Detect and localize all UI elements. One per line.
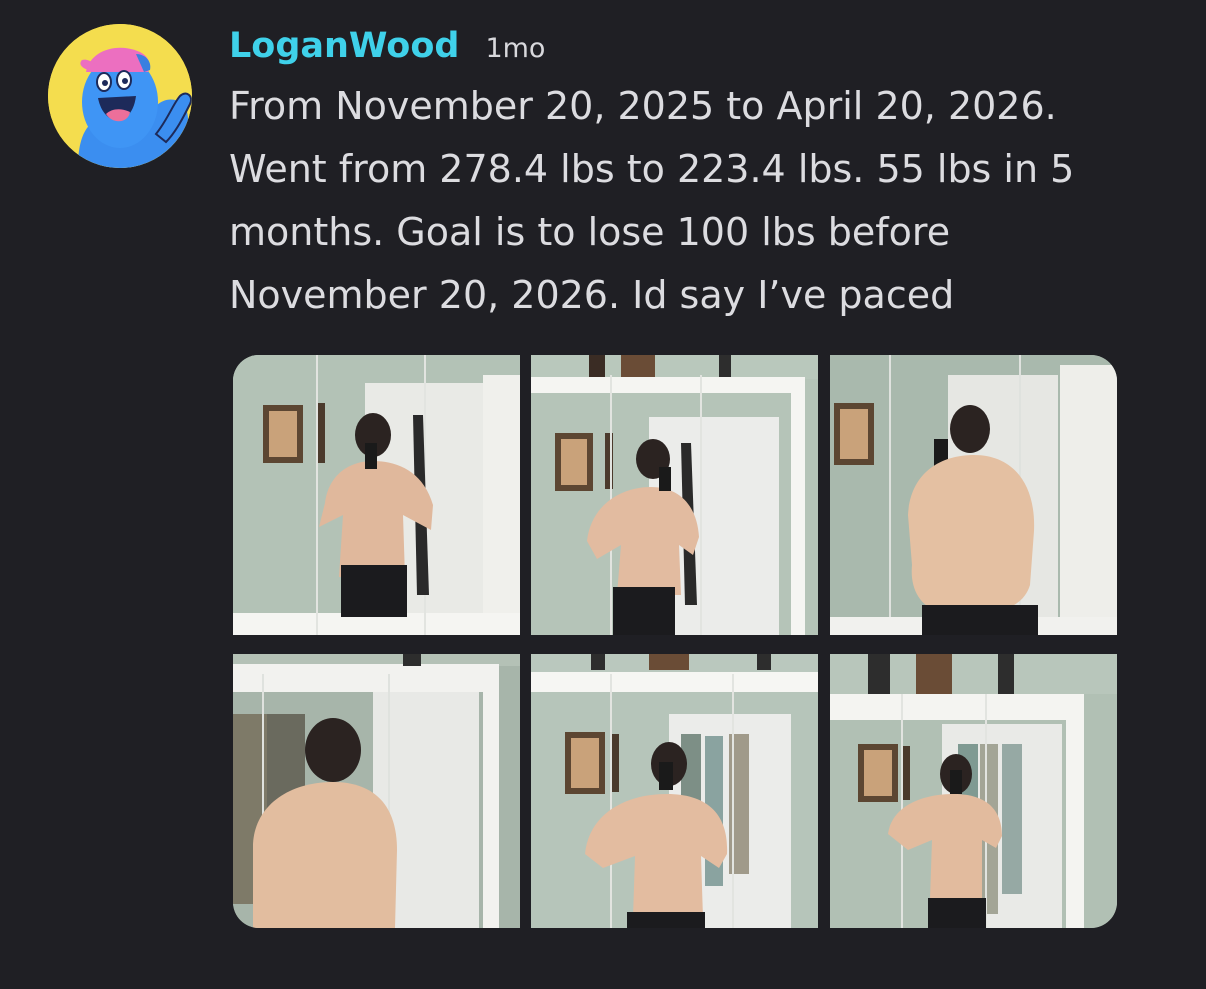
blue-character-avatar-icon xyxy=(48,24,192,168)
message-post: LoganWood 1mo From November 20, 2025 to … xyxy=(0,0,1206,989)
username-link[interactable]: LoganWood xyxy=(229,26,459,66)
post-timestamp: 1mo xyxy=(485,33,546,64)
gallery-photo-2[interactable] xyxy=(531,355,818,635)
image-gallery xyxy=(233,355,1117,928)
user-avatar[interactable] xyxy=(48,24,192,168)
post-header: LoganWood 1mo xyxy=(229,26,545,74)
gallery-photo-3[interactable] xyxy=(830,355,1117,635)
gallery-photo-6[interactable] xyxy=(830,654,1117,928)
post-message-text: From November 20, 2025 to April 20, 2026… xyxy=(229,84,1075,317)
gallery-photo-4[interactable] xyxy=(233,654,520,928)
gallery-photo-1[interactable] xyxy=(233,355,520,635)
gallery-photo-5[interactable] xyxy=(531,654,818,928)
